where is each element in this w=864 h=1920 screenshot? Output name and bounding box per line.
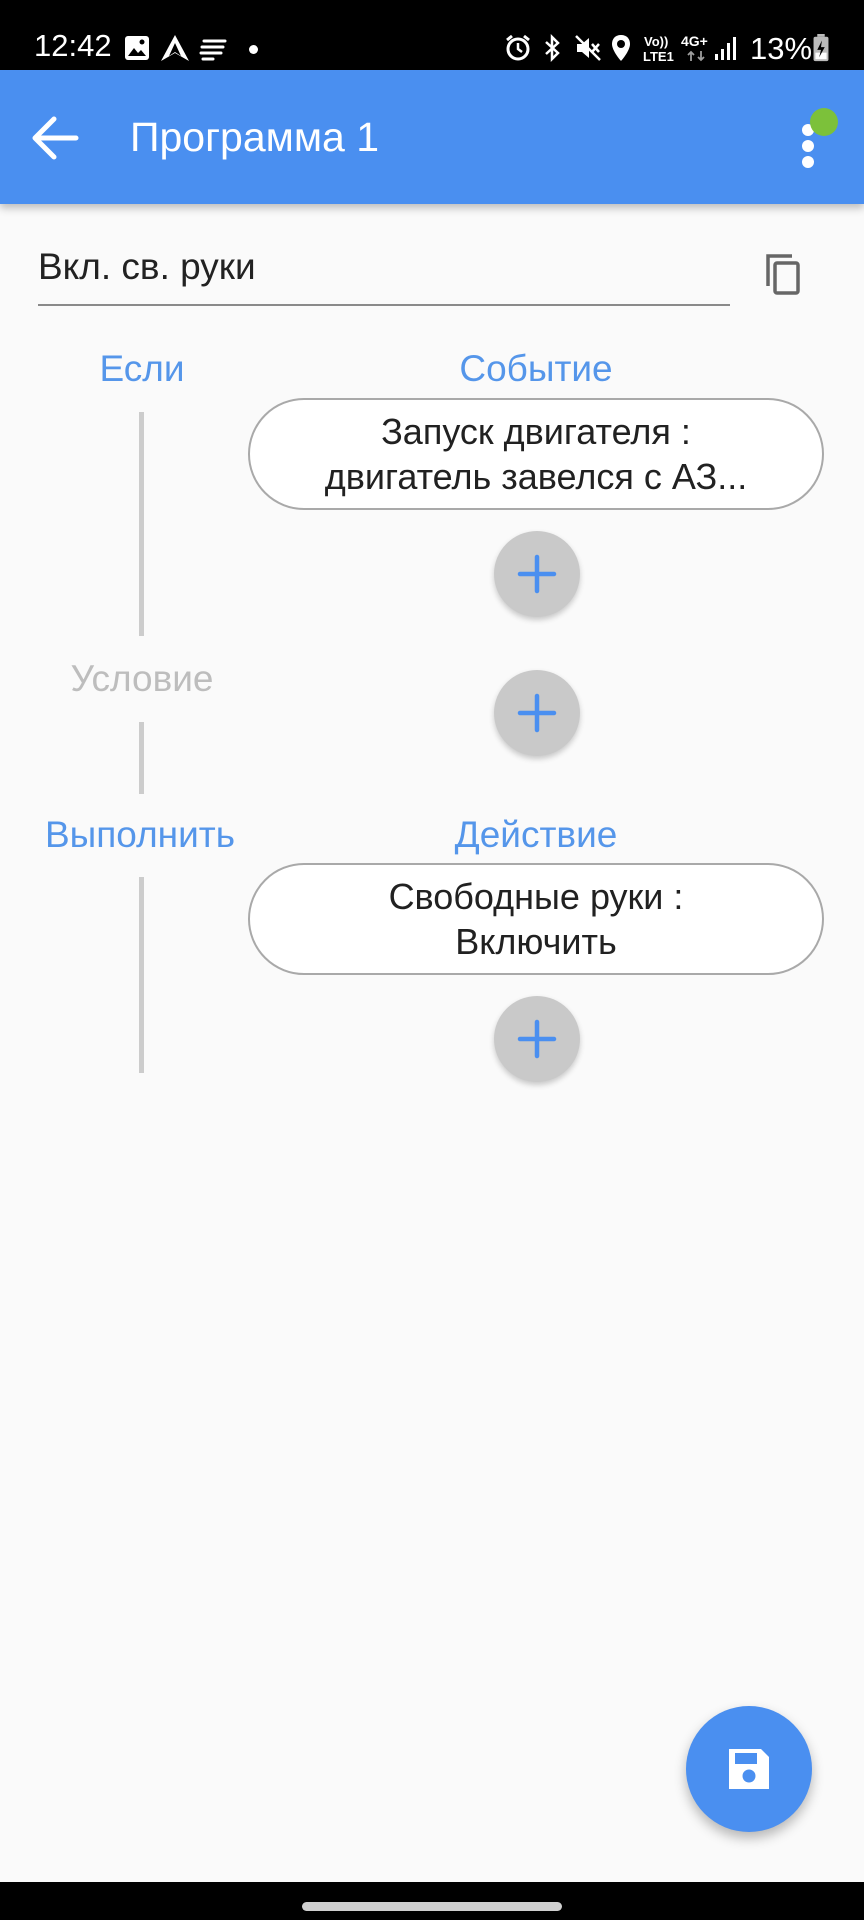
if-connector-line <box>139 412 144 636</box>
condition-label: Условие <box>70 658 214 699</box>
volte-label: Vo)) <box>644 34 669 49</box>
back-button[interactable] <box>24 106 88 170</box>
menu-dot <box>802 156 814 168</box>
network-type: 4G+ <box>681 33 708 49</box>
do-label: Выполнить <box>45 814 235 855</box>
do-connector-line <box>139 877 144 1073</box>
copy-button[interactable] <box>760 250 812 302</box>
action-card-text: Свободные руки : Включить <box>388 876 684 962</box>
app-bar: Программа 1 <box>0 70 864 204</box>
add-event-button[interactable] <box>494 531 580 617</box>
notification-dot-icon <box>249 45 258 54</box>
signal-icon <box>715 37 736 60</box>
plus-icon <box>517 693 557 733</box>
status-bar: 12:42 Vo)) LTE1 4G+ 13% <box>0 0 864 70</box>
program-name-value: Вкл. св. руки <box>38 246 256 287</box>
copy-icon <box>766 254 800 295</box>
plus-icon <box>517 554 557 594</box>
add-condition-button[interactable] <box>494 670 580 756</box>
gallery-icon <box>125 36 149 60</box>
event-card-text: Запуск двигателя : двигатель завелся с А… <box>324 411 748 497</box>
plus-icon <box>517 1019 557 1059</box>
data-arrows-icon <box>687 50 705 62</box>
lte-label: LTE1 <box>643 49 674 64</box>
save-icon <box>729 1749 769 1789</box>
event-label: Событие <box>459 348 613 389</box>
battery-charging-icon <box>813 34 829 62</box>
bluetooth-icon <box>545 34 560 62</box>
arrow-back-icon <box>32 116 79 160</box>
connection-status-dot <box>810 108 838 136</box>
if-label: Если <box>99 348 185 389</box>
alarm-icon <box>506 34 530 61</box>
location-icon <box>612 35 630 61</box>
menu-dot <box>802 140 814 152</box>
action-label: Действие <box>454 814 618 855</box>
mute-icon <box>575 35 601 61</box>
battery-percent: 13% <box>750 31 813 66</box>
add-action-button[interactable] <box>494 996 580 1082</box>
notes-icon <box>199 39 227 61</box>
save-button[interactable] <box>686 1706 812 1832</box>
page-title: Программа 1 <box>130 114 380 160</box>
event-card[interactable]: Запуск двигателя : двигатель завелся с А… <box>248 398 824 510</box>
overflow-menu-button[interactable] <box>780 100 840 176</box>
condition-connector-line <box>139 722 144 794</box>
action-card[interactable]: Свободные руки : Включить <box>248 863 824 975</box>
program-name-field[interactable]: Вкл. св. руки <box>38 236 730 306</box>
home-gesture-handle[interactable] <box>302 1902 562 1911</box>
status-time: 12:42 <box>34 28 112 63</box>
navigation-app-icon <box>161 35 189 61</box>
system-nav-bar <box>0 1882 864 1920</box>
